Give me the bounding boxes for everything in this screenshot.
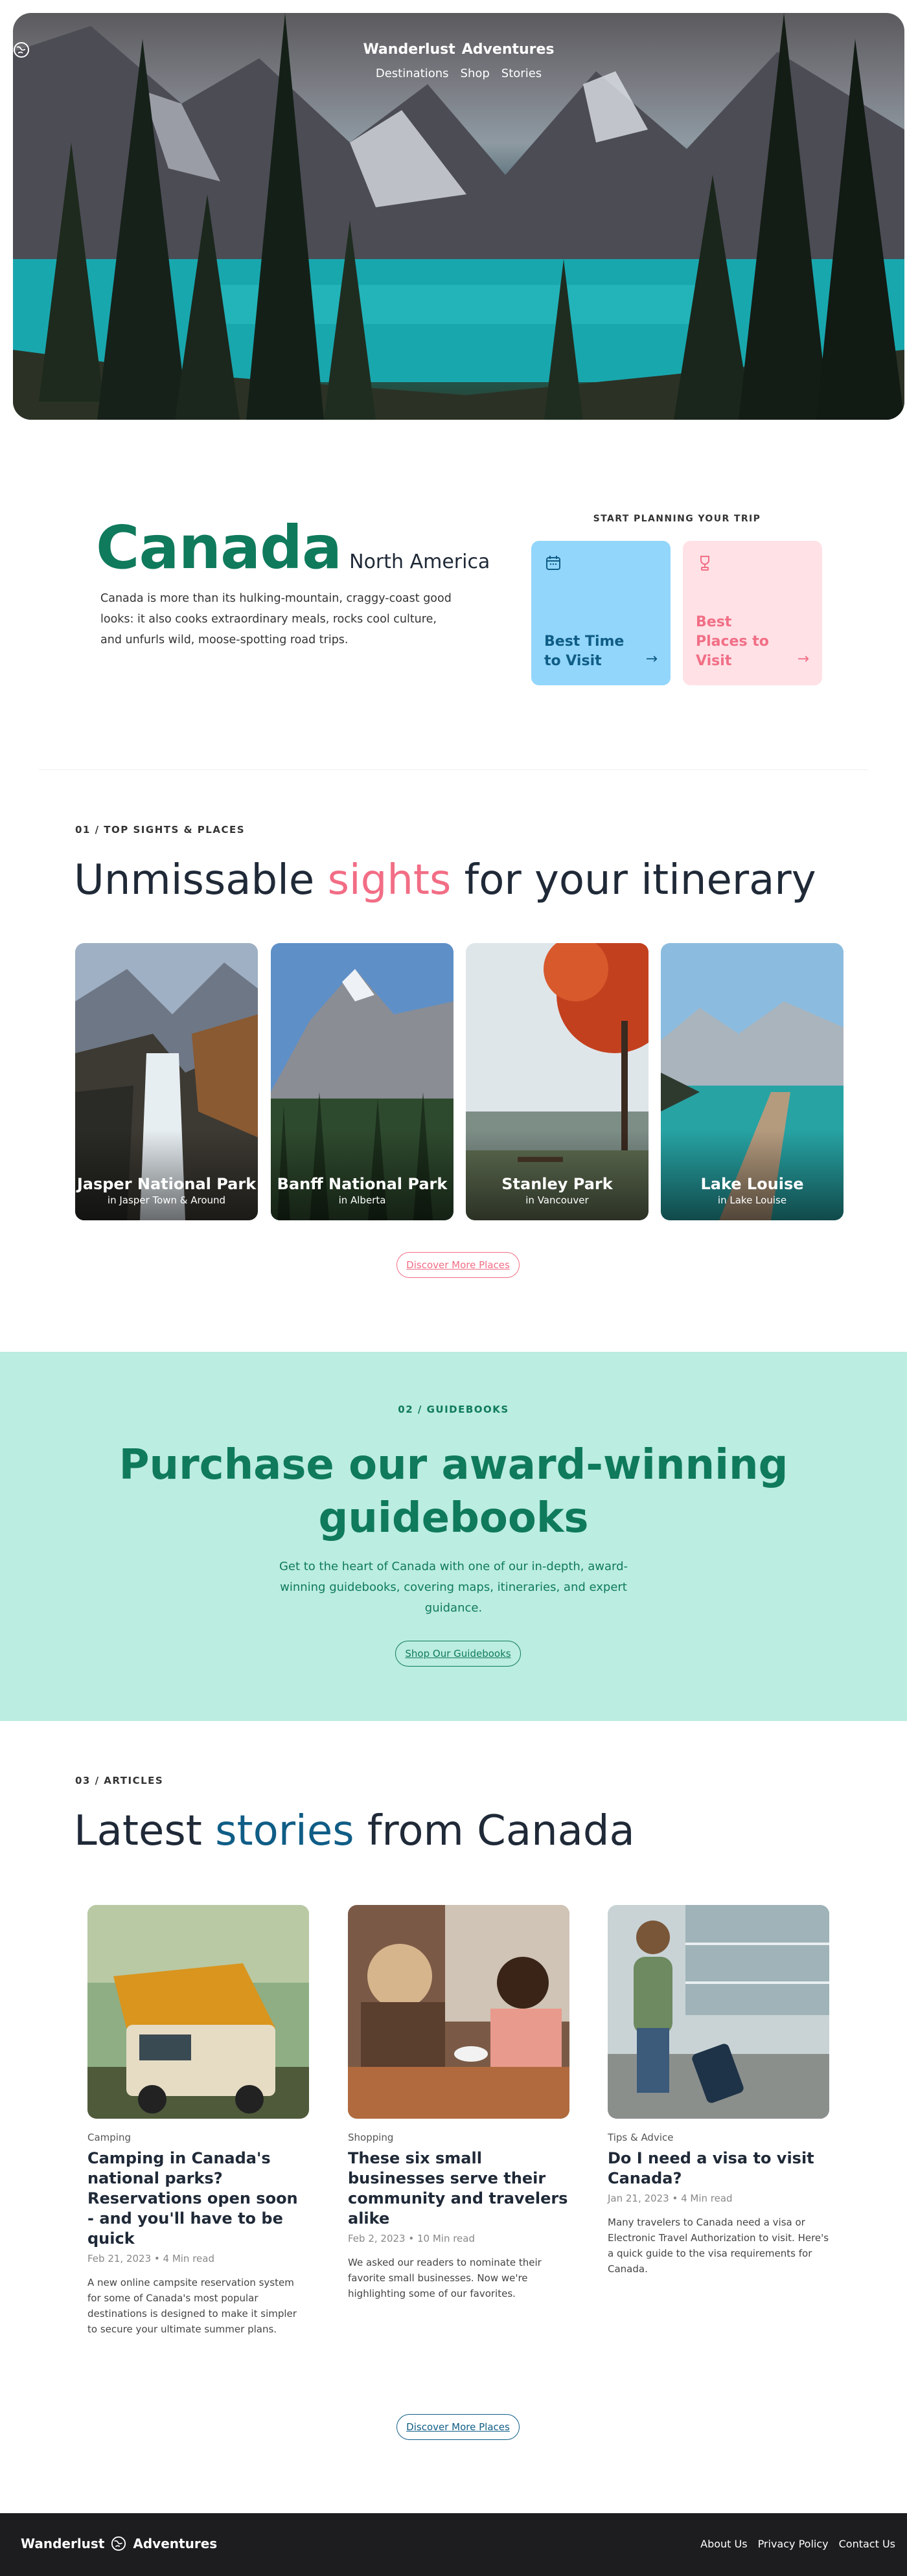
- article-title[interactable]: Camping in Canada's national parks? Rese…: [87, 2149, 309, 2249]
- brand-name-left: Wanderlust: [363, 41, 455, 58]
- sights-eyebrow: 01 / TOP SIGHTS & PLACES: [75, 824, 246, 836]
- article-meta: Jan 21, 2023 • 4 Min read: [608, 2193, 733, 2204]
- article-title[interactable]: Do I need a visa to visit Canada?: [608, 2149, 829, 2189]
- arrow-right-icon: →: [797, 651, 809, 667]
- brand-logo[interactable]: Wanderlust Adventures: [14, 41, 555, 58]
- article-category: Shopping: [348, 2132, 394, 2143]
- guidebooks-eyebrow: 02 / GUIDEBOOKS: [398, 1404, 509, 1415]
- article-excerpt: A new online campsite reservation system…: [87, 2277, 297, 2335]
- section-divider: [39, 769, 868, 770]
- nav-link-destinations[interactable]: Destinations: [376, 67, 449, 80]
- sight-location: in Jasper Town & Around: [107, 1194, 226, 1206]
- sights-heading: Unmissable sights for your itinerary: [74, 856, 816, 904]
- calendar-icon: [546, 556, 560, 570]
- article-card[interactable]: Shopping These six small businesses serv…: [348, 1905, 569, 2301]
- guidebooks-description: Get to the heart of Canada with one of o…: [279, 1560, 628, 1615]
- articles-heading-end: from Canada: [354, 1807, 635, 1855]
- sights-heading-accent: sights: [327, 856, 452, 904]
- best-time-title: Best Time to Visit: [544, 633, 625, 669]
- planning-label: START PLANNING YOUR TRIP: [593, 514, 761, 524]
- article-read-time: 10 Min read: [417, 2233, 476, 2244]
- footer-brand-logo[interactable]: Wanderlust Adventures: [21, 2536, 217, 2551]
- hero-banner: Wanderlust Adventures Destinations Shop …: [13, 13, 904, 420]
- article-card[interactable]: Camping Camping in Canada's national par…: [87, 1905, 309, 2337]
- nav-links: Destinations Shop Stories: [13, 67, 904, 80]
- articles-eyebrow: 03 / ARTICLES: [75, 1775, 164, 1786]
- nav-link-shop[interactable]: Shop: [461, 67, 490, 80]
- sight-name: Banff National Park: [277, 1175, 448, 1193]
- globe-icon: [14, 42, 29, 58]
- article-meta: Feb 21, 2023 • 4 Min read: [87, 2253, 214, 2264]
- best-places-card[interactable]: Best Places to Visit →: [683, 541, 822, 685]
- nav-link-stories[interactable]: Stories: [501, 67, 542, 80]
- article-excerpt: We asked our readers to nominate their f…: [348, 2257, 542, 2299]
- sight-card-jasper[interactable]: Jasper National Park in Jasper Town & Ar…: [75, 943, 258, 1220]
- article-excerpt: Many travelers to Canada need a visa or …: [608, 2217, 829, 2275]
- brand-name-left: Wanderlust: [21, 2536, 105, 2551]
- sight-location: in Alberta: [338, 1194, 386, 1206]
- article-meta: Feb 2, 2023 • 10 Min read: [348, 2233, 476, 2244]
- shop-guidebooks-button[interactable]: Shop Our Guidebooks: [395, 1641, 521, 1667]
- sight-name: Stanley Park: [501, 1175, 613, 1193]
- article-image: [608, 1905, 829, 2119]
- article-date: Jan 21, 2023: [608, 2193, 669, 2204]
- sight-name: Jasper National Park: [76, 1175, 257, 1193]
- discover-stories-button[interactable]: Discover More Places: [396, 2414, 520, 2440]
- article-image: [348, 1905, 569, 2119]
- article-date: Feb 2, 2023: [348, 2233, 406, 2244]
- article-title[interactable]: These six small businesses serve their c…: [348, 2149, 569, 2229]
- arrow-right-icon: →: [645, 651, 658, 667]
- article-read-time: 4 Min read: [681, 2193, 733, 2204]
- article-date: Feb 21, 2023: [87, 2253, 152, 2264]
- article-category: Camping: [87, 2132, 131, 2143]
- brand-name-right: Adventures: [461, 41, 555, 58]
- sights-heading-end: for your itinerary: [451, 856, 816, 904]
- guidebooks-heading-line2: guidebooks: [318, 1494, 589, 1542]
- shopping-photo: [348, 1905, 569, 2119]
- article-card[interactable]: Tips & Advice Do I need a visa to visit …: [608, 1905, 829, 2277]
- sight-name: Lake Louise: [700, 1175, 804, 1193]
- footer-links: About Us Privacy Policy Contact Us: [700, 2538, 895, 2550]
- best-places-title: Best Places to Visit: [696, 614, 769, 669]
- discover-places-button[interactable]: Discover More Places: [396, 1252, 520, 1278]
- globe-icon: [111, 2536, 126, 2551]
- sight-card-stanley[interactable]: Stanley Park in Vancouver: [466, 943, 649, 1220]
- sight-location: in Lake Louise: [717, 1194, 787, 1206]
- country-description: Canada is more than its hulking-mountain…: [100, 592, 452, 646]
- trophy-icon: [700, 556, 709, 571]
- guidebooks-heading: Purchase our award-winning guidebooks: [0, 1439, 907, 1545]
- site-footer: Wanderlust Adventures About Us Privacy P…: [0, 2513, 907, 2576]
- footer-link-privacy[interactable]: Privacy Policy: [758, 2538, 829, 2550]
- article-category: Tips & Advice: [608, 2132, 674, 2143]
- sight-location: in Vancouver: [525, 1194, 589, 1206]
- articles-heading-accent: stories: [215, 1807, 354, 1855]
- top-nav: Wanderlust Adventures Destinations Shop …: [13, 41, 904, 80]
- brand-name-right: Adventures: [133, 2536, 218, 2551]
- guidebooks-heading-line1: Purchase our award-winning: [119, 1441, 788, 1489]
- airport-photo: [608, 1905, 829, 2119]
- sight-card-lake-louise[interactable]: Lake Louise in Lake Louise: [661, 943, 844, 1220]
- best-time-card[interactable]: Best Time to Visit →: [531, 541, 671, 685]
- footer-link-contact[interactable]: Contact Us: [839, 2538, 895, 2550]
- region-name: North America: [349, 551, 490, 573]
- article-image: [87, 1905, 309, 2119]
- country-heading: Canada North America: [96, 513, 490, 582]
- camping-photo: [87, 1905, 309, 2119]
- country-name: Canada: [96, 513, 342, 582]
- footer-link-about[interactable]: About Us: [700, 2538, 747, 2550]
- guidebooks-section: 02 / GUIDEBOOKS Purchase our award-winni…: [0, 1352, 907, 1721]
- articles-heading: Latest stories from Canada: [74, 1807, 635, 1855]
- article-read-time: 4 Min read: [163, 2253, 214, 2264]
- articles-heading-start: Latest: [74, 1807, 216, 1855]
- sights-heading-start: Unmissable: [74, 856, 328, 904]
- sight-card-banff[interactable]: Banff National Park in Alberta: [271, 943, 454, 1220]
